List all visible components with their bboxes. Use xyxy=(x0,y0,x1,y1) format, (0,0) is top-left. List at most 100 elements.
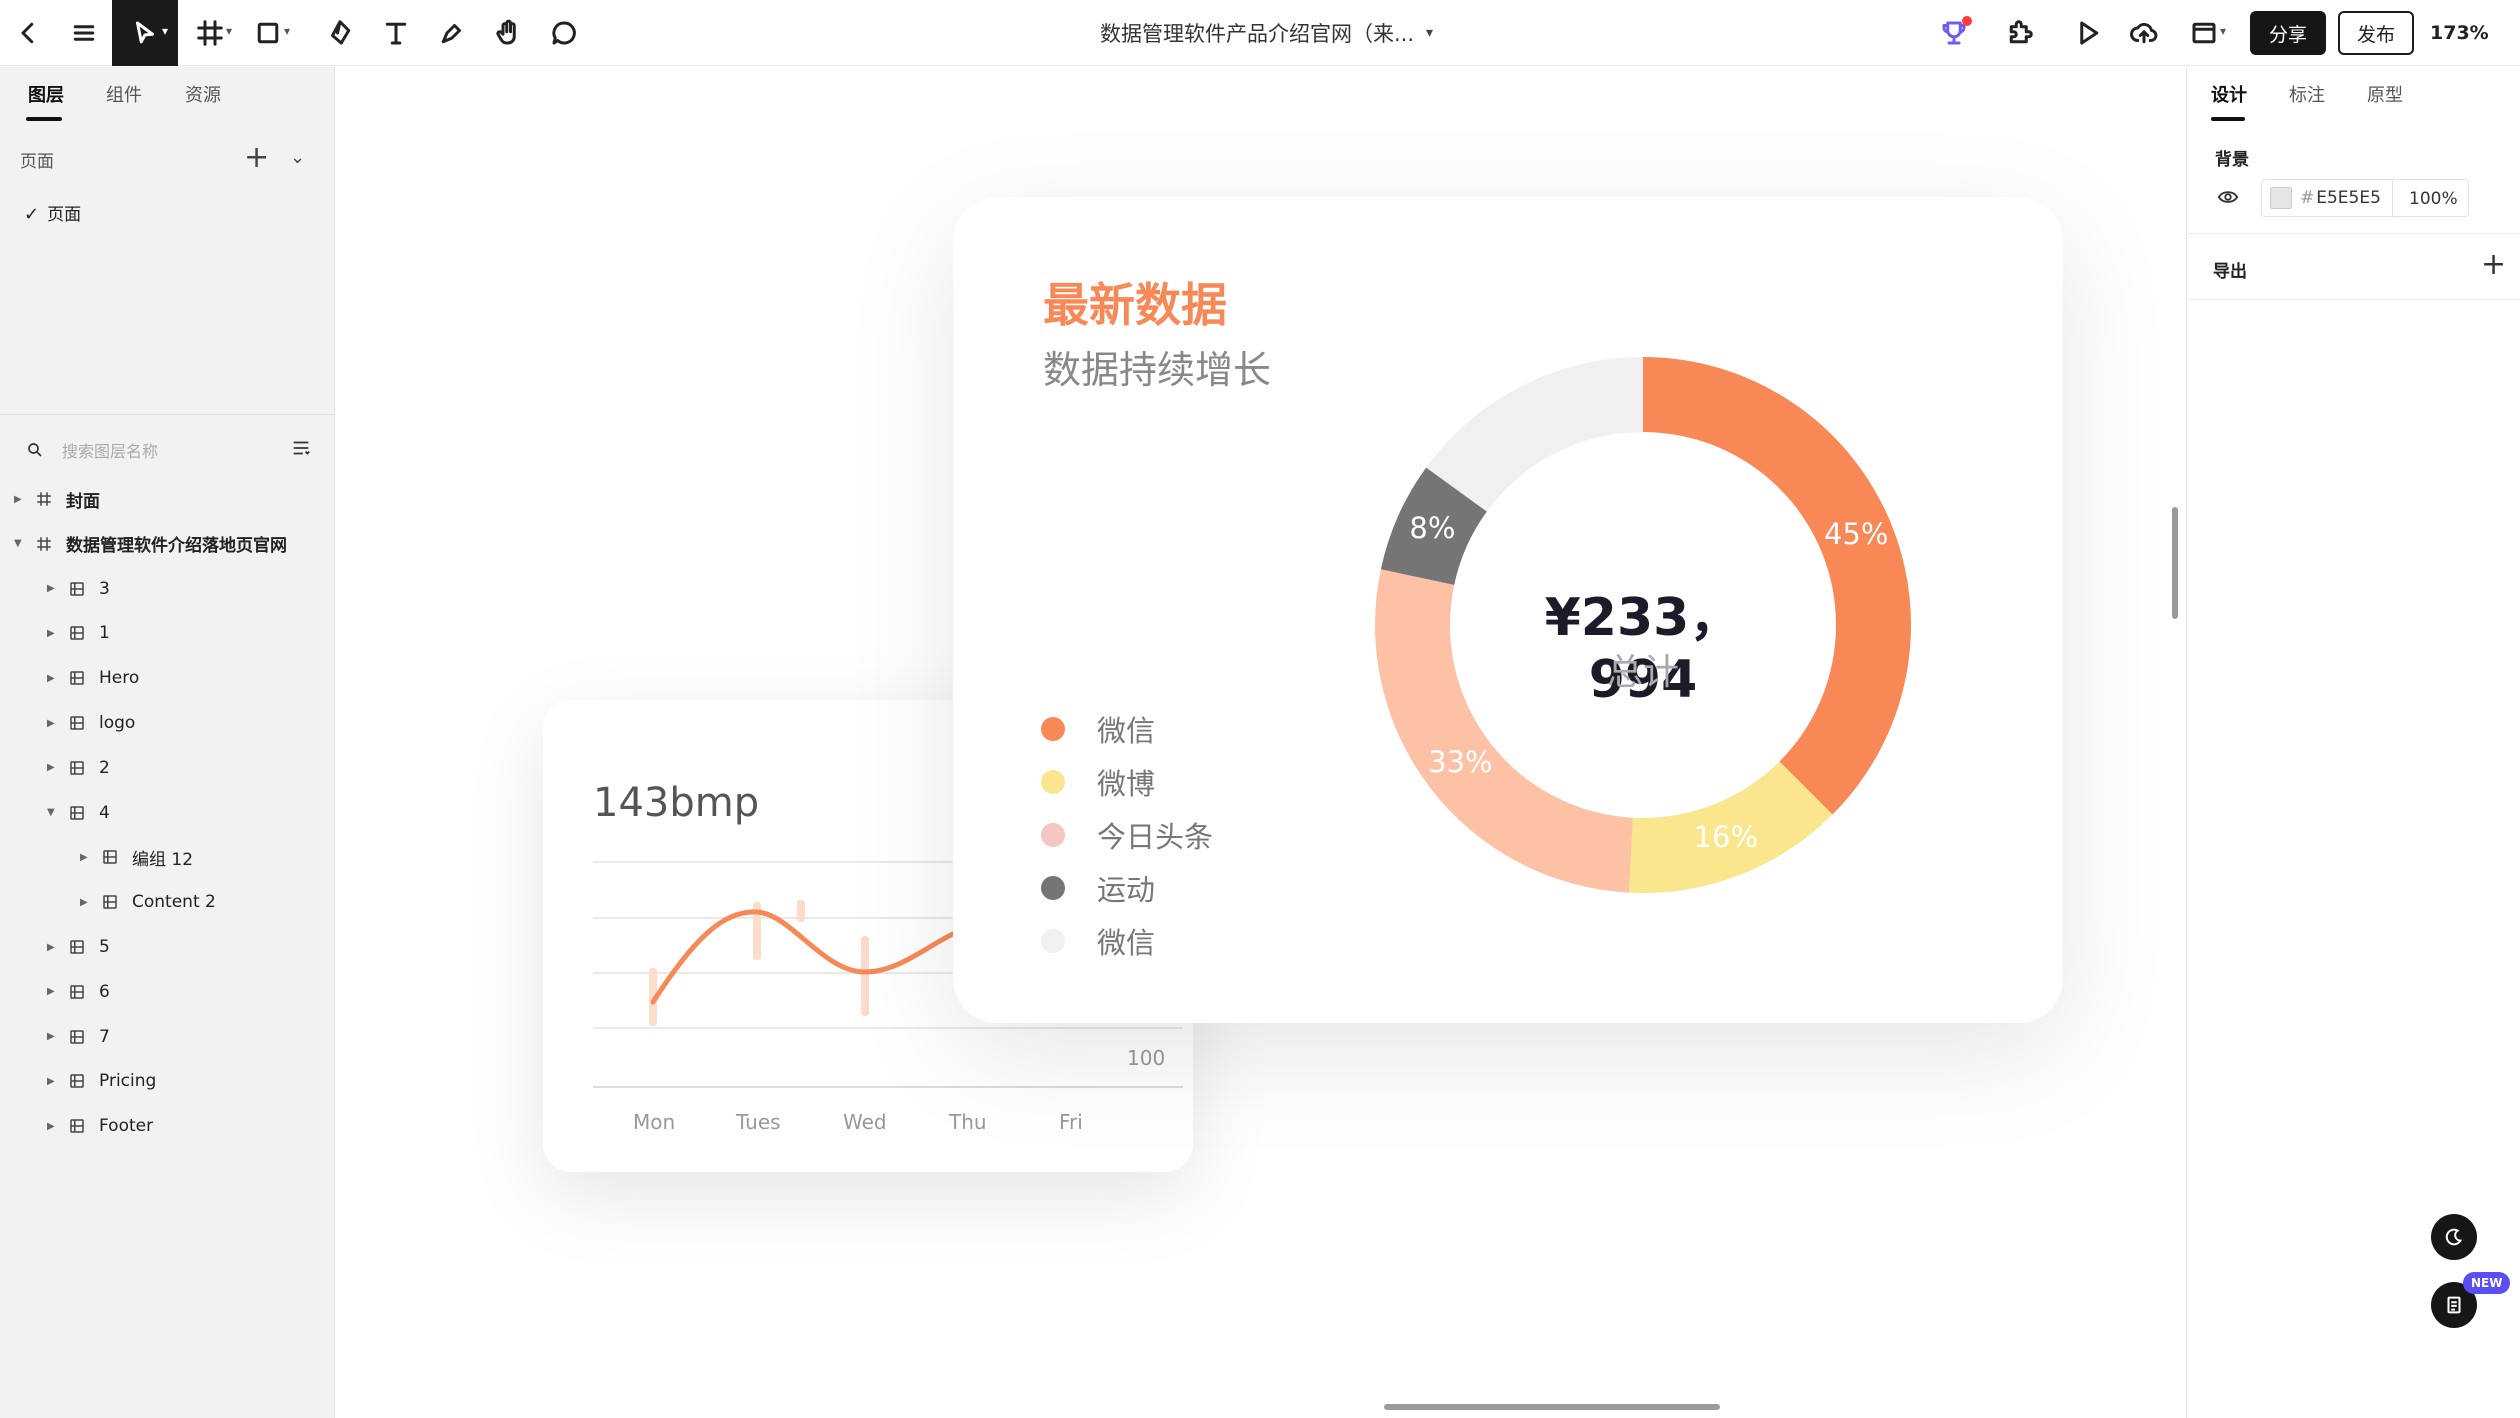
layer-label: 编组 12 xyxy=(132,849,194,870)
text-tool-icon[interactable] xyxy=(368,0,424,66)
plugin-icon[interactable] xyxy=(1992,0,2048,66)
tab-assets[interactable]: 资源 xyxy=(185,81,221,107)
value-label: 100 xyxy=(1127,1046,1166,1070)
layer-row[interactable]: ▶ 1 xyxy=(47,613,110,653)
layer-label: Hero xyxy=(99,668,140,689)
page-item[interactable]: ✓ 页面 xyxy=(24,200,81,225)
hand-tool-icon[interactable] xyxy=(480,0,536,66)
trophy-icon[interactable] xyxy=(1926,0,1982,66)
rectangle-tool-icon[interactable]: ▾ xyxy=(240,0,296,66)
caret-right-icon[interactable]: ▶ xyxy=(80,897,94,908)
search-input[interactable]: 搜索图层名称 xyxy=(62,438,158,462)
background-opacity[interactable]: 100% xyxy=(2392,180,2458,218)
caret-right-icon[interactable]: ▶ xyxy=(47,1121,61,1132)
caret-right-icon[interactable]: ▶ xyxy=(47,673,61,684)
caret-right-icon[interactable]: ▶ xyxy=(47,986,61,997)
back-icon[interactable] xyxy=(0,0,56,66)
layer-label: 数据管理软件介绍落地页官网 xyxy=(66,536,287,557)
active-tab-indicator xyxy=(2211,117,2245,121)
pen-tool-icon[interactable] xyxy=(312,0,368,66)
design-canvas[interactable]: 143bmp 100 Mon Tues Wed Thu Fri 最新数据 数据持… xyxy=(336,67,2186,1418)
layers-panel: 图层 组件 资源 页面 + ⌄ ✓ 页面 搜索图层名称 ▶ 封面 ▼ 数据管理软件介绍落… xyxy=(0,67,335,1418)
group-icon xyxy=(67,713,87,733)
tab-layers[interactable]: 图层 xyxy=(28,81,64,107)
layer-row[interactable]: ▶ 6 xyxy=(47,972,110,1012)
comment-tool-icon[interactable] xyxy=(536,0,592,66)
layer-row[interactable]: ▼ 4 xyxy=(47,793,110,833)
background-row: # E5E5E5 100% xyxy=(2217,179,2507,219)
add-page-icon[interactable]: + xyxy=(244,143,269,173)
layer-label: 封面 xyxy=(66,491,100,512)
caret-right-icon[interactable]: ▶ xyxy=(47,762,61,773)
pages-header: 页面 xyxy=(20,152,54,172)
line-series xyxy=(650,909,976,1005)
caret-right-icon[interactable]: ▶ xyxy=(80,852,94,863)
frame-tool-icon[interactable]: ▾ xyxy=(182,0,238,66)
group-icon xyxy=(67,758,87,778)
add-export-icon[interactable]: + xyxy=(2481,250,2506,280)
layer-row[interactable]: ▶ 7 xyxy=(47,1017,110,1057)
color-swatch[interactable] xyxy=(2270,187,2292,209)
layer-row[interactable]: ▼ 数据管理软件介绍落地页官网 xyxy=(14,524,287,564)
donut-chart-card[interactable]: 最新数据 数据持续增长 微信 微博 今日头条 运动 微信 45% 16% 33% 8% ¥23… xyxy=(953,197,2063,1023)
layer-row[interactable]: ▶ Pricing xyxy=(47,1061,156,1101)
slice-label: 8% xyxy=(1409,511,1456,546)
theme-toggle-button[interactable] xyxy=(2431,1214,2477,1260)
layer-row[interactable]: ▶ 编组 12 xyxy=(80,837,193,877)
group-icon xyxy=(67,982,87,1002)
export-section-title: 导出 xyxy=(2213,262,2247,282)
play-icon[interactable] xyxy=(2060,0,2116,66)
divider xyxy=(0,414,335,415)
search-icon xyxy=(28,443,42,457)
caret-right-icon[interactable]: ▶ xyxy=(47,583,61,594)
layer-row[interactable]: ▶ Hero xyxy=(47,658,139,698)
check-icon: ✓ xyxy=(24,204,40,225)
caret-right-icon[interactable]: ▶ xyxy=(47,1076,61,1087)
background-color-field[interactable]: # E5E5E5 100% xyxy=(2261,179,2469,218)
layer-row[interactable]: ▶ 3 xyxy=(47,569,110,609)
caret-down-icon[interactable]: ▼ xyxy=(14,538,28,549)
layer-row[interactable]: ▶ logo xyxy=(47,703,135,743)
donut-slice xyxy=(1426,357,1643,512)
tab-prototype[interactable]: 原型 xyxy=(2367,81,2403,107)
vertical-scrollbar[interactable] xyxy=(2172,507,2178,619)
filter-icon[interactable] xyxy=(290,437,312,459)
pencil-tool-icon[interactable] xyxy=(424,0,480,66)
caret-right-icon[interactable]: ▶ xyxy=(14,494,28,505)
group-icon xyxy=(67,579,87,599)
layer-row[interactable]: ▶ 5 xyxy=(47,927,110,967)
caret-down-icon[interactable]: ▼ xyxy=(47,807,61,818)
tab-components[interactable]: 组件 xyxy=(106,81,142,107)
slice-label: 16% xyxy=(1693,820,1759,855)
caret-right-icon[interactable]: ▶ xyxy=(47,718,61,729)
cloud-upload-icon[interactable] xyxy=(2116,0,2172,66)
x-tick-label: Thu xyxy=(949,1110,987,1134)
publish-button[interactable]: 发布 xyxy=(2338,11,2414,55)
tab-design[interactable]: 设计 xyxy=(2211,81,2247,107)
chevron-down-icon[interactable]: ⌄ xyxy=(290,147,305,168)
layout-icon[interactable]: ▾ xyxy=(2176,0,2232,66)
layer-row[interactable]: ▶ Content 2 xyxy=(80,882,216,922)
horizontal-scrollbar[interactable] xyxy=(1384,1404,1720,1410)
layer-row[interactable]: ▶ 封面 xyxy=(14,479,100,519)
caret-right-icon[interactable]: ▶ xyxy=(47,942,61,953)
document-title-text: 数据管理软件产品介绍官网（来... xyxy=(1100,22,1415,46)
caret-right-icon[interactable]: ▶ xyxy=(47,1031,61,1042)
share-button[interactable]: 分享 xyxy=(2250,11,2326,55)
eye-icon[interactable] xyxy=(2217,186,2239,212)
move-tool-icon[interactable]: ▾ xyxy=(112,0,178,66)
notification-dot xyxy=(1962,16,1972,26)
caret-right-icon[interactable]: ▶ xyxy=(47,628,61,639)
slice-label: 45% xyxy=(1823,516,1889,551)
document-title[interactable]: 数据管理软件产品介绍官网（来... ▾ xyxy=(1100,0,1433,66)
group-icon xyxy=(67,623,87,643)
layer-search[interactable]: 搜索图层名称 xyxy=(26,433,316,467)
tab-annotate[interactable]: 标注 xyxy=(2289,81,2325,107)
background-hex[interactable]: E5E5E5 xyxy=(2316,188,2381,208)
slice-label: 33% xyxy=(1428,745,1493,780)
layer-label: Footer xyxy=(99,1116,154,1137)
menu-icon[interactable] xyxy=(56,0,112,66)
zoom-level[interactable]: 173% xyxy=(2430,0,2489,66)
layer-row[interactable]: ▶ 2 xyxy=(47,748,110,788)
layer-row[interactable]: ▶ Footer xyxy=(47,1106,153,1146)
